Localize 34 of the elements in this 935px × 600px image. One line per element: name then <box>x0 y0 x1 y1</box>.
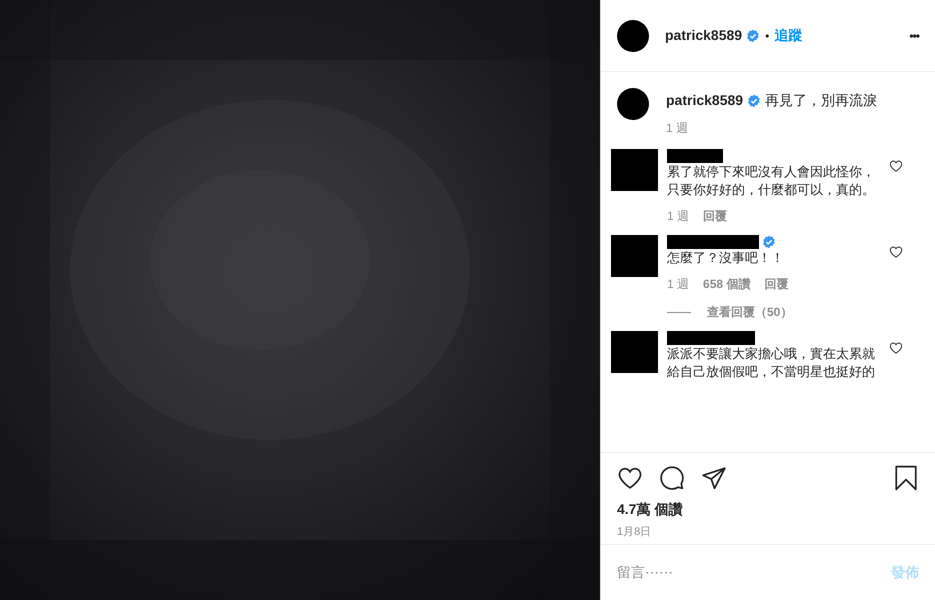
separator-dot: • <box>765 28 770 44</box>
verified-badge-icon <box>746 28 760 42</box>
post-date: 1月8日 <box>617 525 652 540</box>
username[interactable]: patrick8589 <box>665 25 742 46</box>
comment-text: 怎麼了？沒事吧！！ <box>667 249 785 267</box>
avatar-redaction <box>611 331 658 373</box>
verified-badge-icon <box>762 235 776 249</box>
like-icon[interactable] <box>617 465 643 491</box>
comment-text: 累了就停下來吧沒有人會因此怪你，只要你好好的，什麼都可以，真的。 <box>667 163 876 199</box>
avatar[interactable] <box>617 20 649 52</box>
verified-badge-icon <box>747 94 762 108</box>
share-icon[interactable] <box>701 465 727 491</box>
comment-likes-link[interactable]: 658 個讚 <box>703 275 750 293</box>
reply-link[interactable]: 回覆 <box>764 275 788 293</box>
caption-text: 再見了，別再流淚 <box>765 91 878 110</box>
avatar-redaction <box>611 149 658 191</box>
like-comment-icon[interactable] <box>889 245 903 259</box>
comment-icon[interactable] <box>659 465 685 491</box>
like-comment-icon[interactable] <box>889 159 903 173</box>
bookmark-icon[interactable] <box>893 465 919 491</box>
caption-time: 1 週 <box>666 120 690 137</box>
comment-time: 1 週 <box>667 276 690 293</box>
more-options-button[interactable]: ••• <box>909 26 919 44</box>
comment-text: 派派不要讓大家擔心哦，實在太累就給自己放個假吧，不當明星也挺好的 <box>667 345 876 381</box>
username[interactable]: patrick8589 <box>666 90 744 111</box>
follow-button[interactable]: 追蹤 <box>774 25 802 46</box>
comment-time: 1 週 <box>667 208 690 225</box>
username-redaction-bar <box>667 149 723 163</box>
avatar-redaction <box>611 235 658 277</box>
like-comment-icon[interactable] <box>889 341 903 355</box>
reply-link[interactable]: 回覆 <box>703 207 728 225</box>
likes-count[interactable]: 4.7萬 個讚 <box>617 499 919 520</box>
view-replies-link[interactable]: 查看回覆（50） <box>707 303 792 321</box>
avatar[interactable] <box>617 88 649 120</box>
